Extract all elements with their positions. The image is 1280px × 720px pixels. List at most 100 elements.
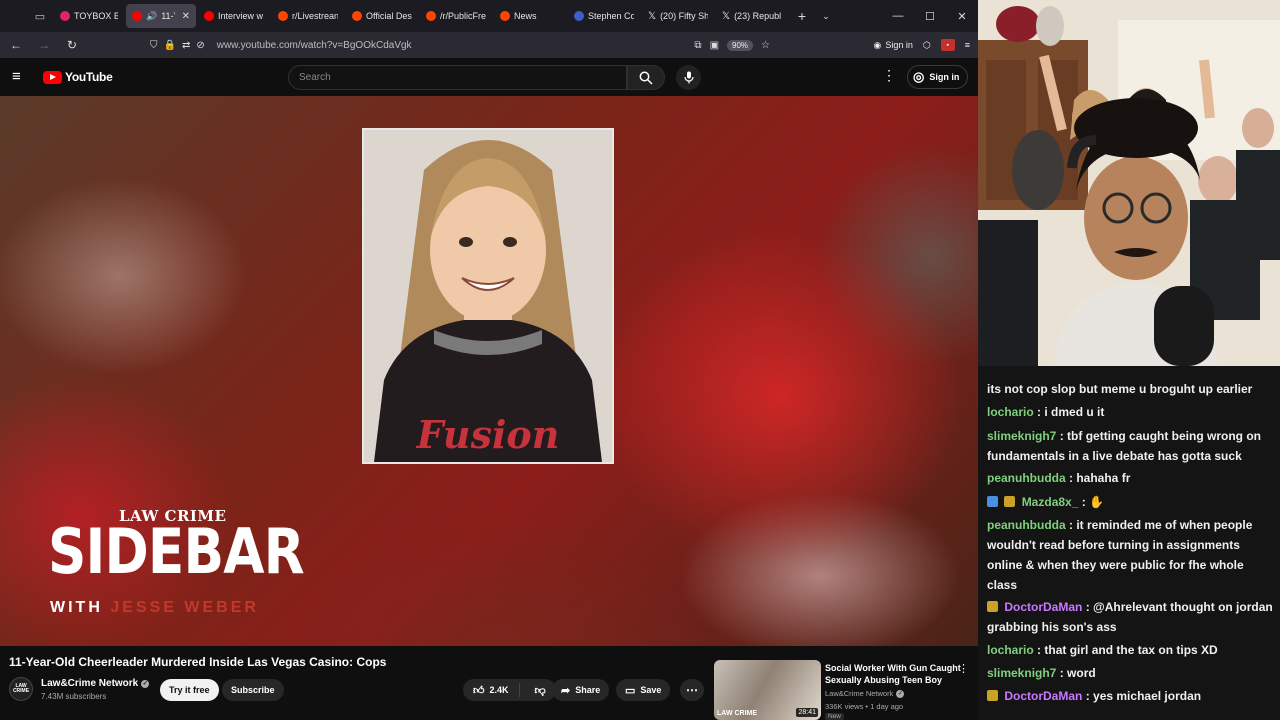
tab-label: Stephen Co <box>588 11 634 21</box>
recommended-title[interactable]: Social Worker With Gun Caught Sexually A… <box>825 662 963 686</box>
tab-stephen[interactable]: Stephen Co <box>568 4 640 28</box>
video-duration: 28:41 <box>796 708 818 717</box>
chat-username[interactable]: Mazda8x_ <box>1022 495 1079 509</box>
picture-in-picture-icon[interactable]: ⧉ <box>694 40 701 51</box>
account-icon: ◉ <box>873 39 882 50</box>
speaker-icon[interactable]: 🔊 <box>146 11 157 22</box>
maximize-icon[interactable]: ☐ <box>914 0 946 32</box>
tab-news[interactable]: News <box>494 4 566 28</box>
like-button[interactable]: 👍︎ 2.4K <box>463 683 520 697</box>
chat-text: : word <box>1059 666 1096 680</box>
chat-message: lochario : that girl and the tax on tips… <box>987 640 1277 660</box>
tab-label: Interview w <box>218 11 264 21</box>
recommended-channel-name: Law&Crime Network <box>825 689 894 698</box>
chat-username[interactable]: slimeknigh7 <box>987 429 1056 443</box>
extension-badge-icon[interactable]: ▪ <box>940 39 955 51</box>
new-badge: New <box>825 713 845 720</box>
youtube-play-logo-icon <box>43 70 62 84</box>
overlay-host-line: WITH JESSE WEBER <box>50 599 259 617</box>
forward-icon[interactable]: → <box>32 34 56 56</box>
lock-icon[interactable]: 🔒 <box>164 40 176 51</box>
save-button[interactable]: ▭ Save <box>616 679 671 701</box>
subscribe-button[interactable]: Subscribe <box>222 679 284 701</box>
youtube-sign-in-label: Sign in <box>929 72 960 82</box>
more-actions-button[interactable]: ⋯ <box>680 679 704 701</box>
chat-username[interactable]: peanuhbudda <box>987 518 1066 532</box>
search-input[interactable]: Search <box>288 65 627 90</box>
permissions-icon[interactable]: ⇄ <box>182 40 190 51</box>
more-horizontal-icon: ⋯ <box>686 683 698 697</box>
tab-x-republ[interactable]: 𝕏 (23) Republ <box>716 4 788 28</box>
chat-message: DoctorDaMan : yes michael jordan <box>987 686 1277 706</box>
chat-username[interactable]: lochario <box>987 643 1034 657</box>
hamburger-menu-icon[interactable]: ≡ <box>12 68 21 85</box>
tab-label: TOYBOX BE <box>74 11 118 21</box>
close-window-icon[interactable]: ✕ <box>946 0 978 32</box>
tab-label: /r/PublicFre <box>440 11 486 21</box>
thumbs-up-icon: 👍︎ <box>473 684 485 697</box>
account-sign-in[interactable]: ◉ Sign in <box>873 40 912 51</box>
tab-official[interactable]: Official Des <box>346 4 418 28</box>
screenshot-icon[interactable]: ▣ <box>710 40 719 51</box>
reddit-favicon-icon <box>500 11 510 21</box>
youtube-logo[interactable]: YouTube <box>43 70 113 84</box>
share-button[interactable]: ➦ Share <box>552 679 610 701</box>
chevron-down-icon[interactable]: ⌄ <box>814 11 838 22</box>
chat-username[interactable]: DoctorDaMan <box>1004 689 1082 703</box>
recommended-video[interactable]: LAW CRIME 28:41 Social Worker With Gun C… <box>714 660 976 720</box>
chat-text: : <box>1081 495 1086 509</box>
close-tab-icon[interactable]: ✕ <box>182 11 190 22</box>
minimize-icon[interactable]: — <box>882 0 914 32</box>
chat-username[interactable]: DoctorDaMan <box>1004 600 1082 614</box>
x-logo-icon: 𝕏 <box>722 10 731 22</box>
stream-overlay: its not cop slop but meme u broguht up e… <box>978 0 1280 720</box>
verified-check-icon: ✓ <box>896 689 905 698</box>
webcam-illustration <box>978 0 1280 366</box>
menu-icon[interactable]: ≡ <box>965 40 970 50</box>
video-player[interactable]: Fusion LAW CRIME SIDEBAR WITH JESSE WEBE… <box>0 96 978 646</box>
tab-publicfreakout[interactable]: /r/PublicFre <box>420 4 492 28</box>
overlay-host: JESSE WEBER <box>110 599 259 616</box>
url-status-icons: ⛉ 🔒 ⇄ ⊘ <box>150 40 205 51</box>
autoplay-blocked-icon[interactable]: ⊘ <box>196 40 204 51</box>
chat-username[interactable]: lochario <box>987 405 1034 419</box>
chat-username[interactable]: slimeknigh7 <box>987 666 1056 680</box>
tab-toybox[interactable]: TOYBOX BE <box>54 4 124 28</box>
dislike-button[interactable]: 👎︎ <box>525 684 556 697</box>
address-bar[interactable]: ⛉ 🔒 ⇄ ⊘ www.youtube.com/watch?v=BgOOkCda… <box>150 35 770 55</box>
bookmark-star-icon[interactable]: ☆ <box>761 40 770 51</box>
chat-message: Mazda8x_ : ✋ <box>987 492 1277 512</box>
search-button[interactable] <box>627 65 665 90</box>
back-icon[interactable]: ← <box>4 34 28 56</box>
extensions-icon[interactable]: ⬡ <box>923 40 931 51</box>
chat-message: slimeknigh7 : word <box>987 663 1277 683</box>
new-tab-icon[interactable]: + <box>790 8 814 24</box>
chat-message: lochario : i dmed u it <box>987 402 1277 422</box>
tab-current-video[interactable]: 🔊 11-Y ✕ <box>126 4 196 28</box>
shield-icon[interactable]: ⛉ <box>150 40 158 51</box>
recommended-thumbnail[interactable]: LAW CRIME 28:41 <box>714 660 821 720</box>
account-sign-in-label: Sign in <box>885 40 913 50</box>
url-text[interactable]: www.youtube.com/watch?v=BgOOkCdaVgk <box>217 40 412 51</box>
more-options-icon[interactable]: ⋮ <box>882 67 896 84</box>
recommended-more-icon[interactable]: ⋮ <box>958 662 969 675</box>
recommended-channel: Law&Crime Network ✓ <box>825 689 905 698</box>
webcam-feed <box>978 0 1280 366</box>
tab-list-icon[interactable]: ▭ <box>26 4 54 28</box>
youtube-favicon-icon <box>60 11 70 21</box>
tab-x-fifty[interactable]: 𝕏 (20) Fifty Sh <box>642 4 714 28</box>
recommended-meta: 336K views • 1 day ago <box>825 702 904 711</box>
zoom-level[interactable]: 90% <box>727 39 754 51</box>
overlay-brand-main: SIDEBAR <box>48 515 305 588</box>
reload-icon[interactable]: ↻ <box>60 34 84 56</box>
voice-search-button[interactable] <box>676 65 701 90</box>
channel-name-link[interactable]: Law&Crime Network ✓ <box>41 678 150 689</box>
chat-username[interactable]: peanuhbudda <box>987 471 1066 485</box>
tab-livestream[interactable]: r/Livestrean <box>272 4 344 28</box>
chat-message: slimeknigh7 : tbf getting caught being w… <box>987 426 1277 466</box>
tab-interview[interactable]: Interview w <box>198 4 270 28</box>
overlay-with: WITH <box>50 599 103 616</box>
channel-avatar[interactable]: LAW CRIME <box>9 677 33 701</box>
youtube-sign-in-button[interactable]: ◎ Sign in <box>907 65 969 89</box>
try-it-free-button[interactable]: Try it free <box>160 679 219 701</box>
